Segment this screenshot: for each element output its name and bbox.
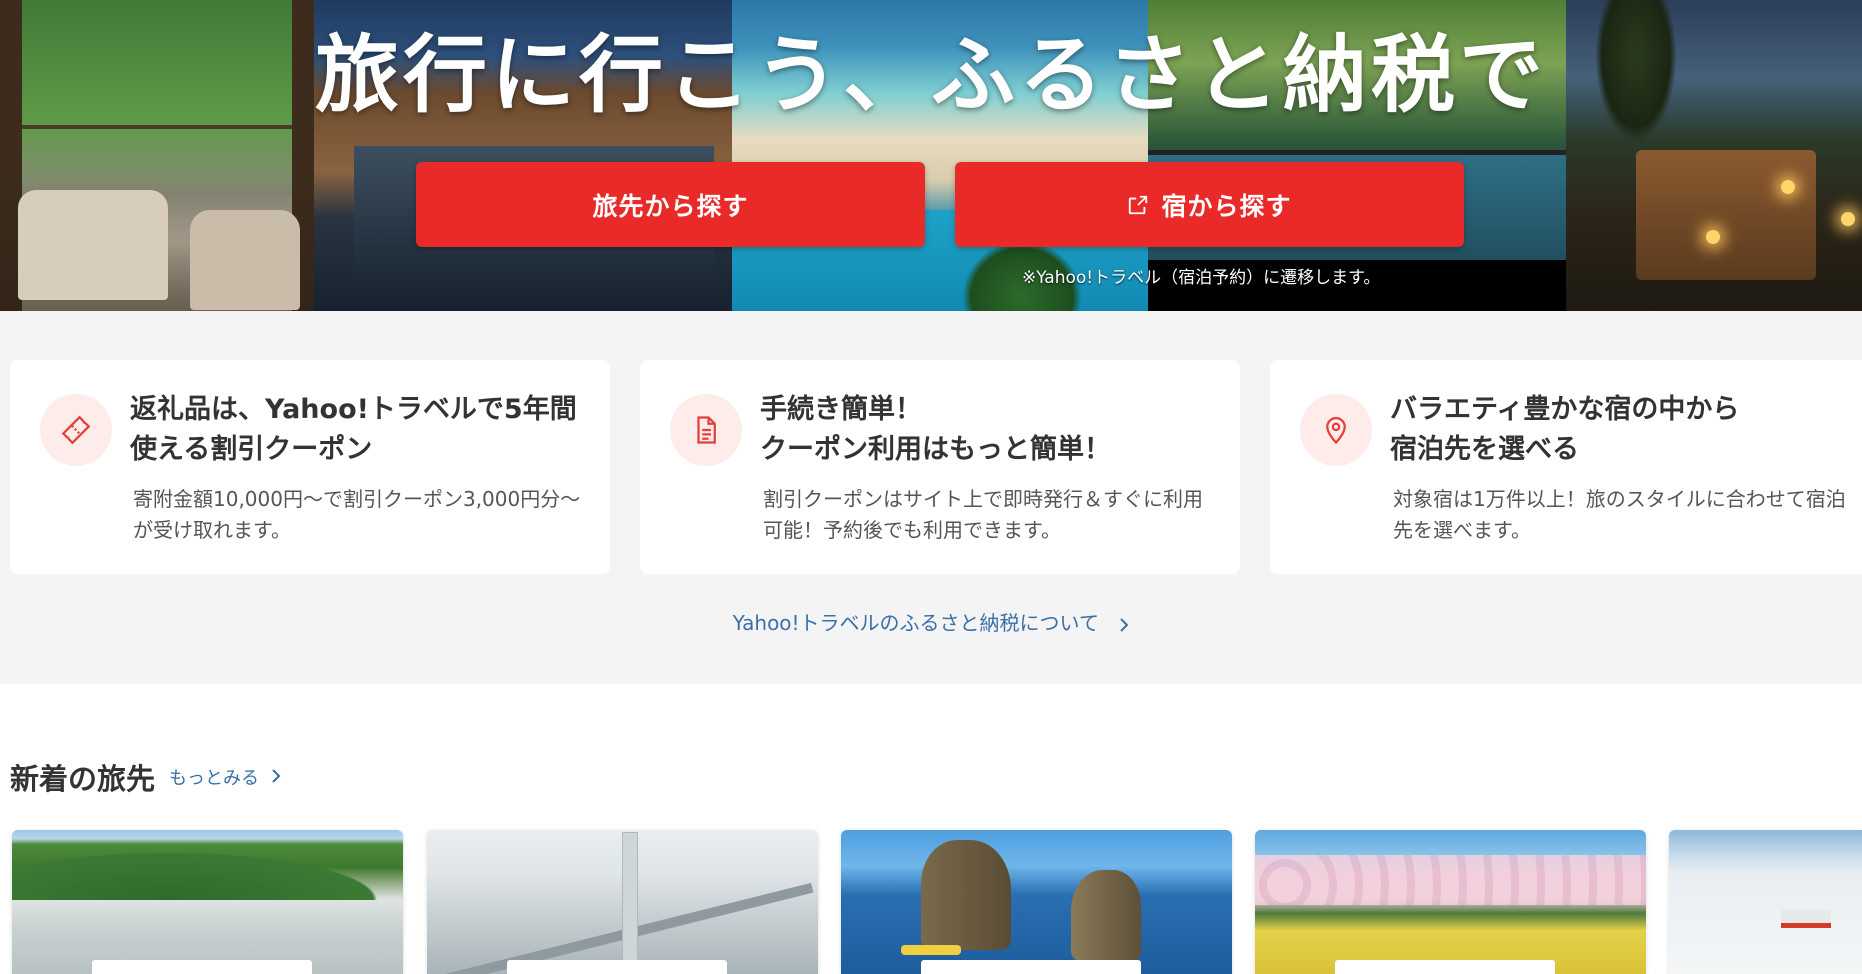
destination-card-tag [1335, 960, 1555, 974]
hero-title: 旅行に行こう、ふるさと納税で [314, 26, 1547, 124]
search-by-inn-label: 宿から探す [1161, 191, 1292, 221]
features-section: 返礼品は、Yahoo!トラベルで5年間 使える割引クーポン 寄附金額10,000… [0, 311, 1862, 684]
destination-card[interactable] [12, 830, 403, 974]
chevron-right-icon [1119, 613, 1129, 637]
hero-banner: 旅行に行こう、ふるさと納税で 旅先から探す 宿から探す ※Yahoo!トラベル（… [0, 0, 1862, 311]
search-by-destination-label: 旅先から探す [592, 191, 749, 221]
feature-card-easy: 手続き簡単！ クーポン利用はもっと簡単！ 割引クーポンはサイト上で即時発行＆すぐ… [640, 360, 1240, 574]
redirect-note: ※Yahoo!トラベル（宿泊予約）に遷移します。 [1022, 268, 1381, 288]
ticket-icon [40, 394, 112, 466]
feature-description: 割引クーポンはサイト上で即時発行＆すぐに利用可能！予約後でも利用できます。 [763, 487, 1203, 542]
feature-card-variety: バラエティ豊かな宿の中から 宿泊先を選べる 対象宿は1万件以上！旅のスタイルに合… [1270, 360, 1862, 574]
search-by-inn-button[interactable]: 宿から探す [955, 162, 1464, 247]
destination-card[interactable] [841, 830, 1232, 974]
external-link-icon [1127, 194, 1149, 216]
feature-description: 寄附金額10,000円〜で割引クーポン3,000円分〜が受け取れます。 [133, 487, 581, 542]
feature-description: 対象宿は1万件以上！旅のスタイルに合わせて宿泊先を選べます。 [1393, 487, 1846, 542]
destination-card-tag [921, 960, 1141, 974]
section-title: 新着の旅先 [10, 762, 156, 796]
about-furusato-link-label: Yahoo!トラベルのふるさと納税について [732, 611, 1099, 635]
search-by-destination-button[interactable]: 旅先から探す [416, 162, 925, 247]
feature-card-coupon: 返礼品は、Yahoo!トラベルで5年間 使える割引クーポン 寄附金額10,000… [10, 360, 610, 574]
map-pin-icon [1300, 394, 1372, 466]
destination-card[interactable] [427, 830, 818, 974]
about-furusato-link[interactable]: Yahoo!トラベルのふるさと納税について [0, 607, 1862, 637]
destination-card-tag [507, 960, 727, 974]
destination-card[interactable] [1669, 830, 1862, 974]
feature-title: バラエティ豊かな宿の中から 宿泊先を選べる [1390, 394, 1740, 465]
feature-title: 手続き簡単！ クーポン利用はもっと簡単！ [760, 394, 1111, 465]
destination-card-tag [92, 960, 312, 974]
see-more-label: もっとみる [169, 768, 260, 789]
see-more-link[interactable]: もっとみる [169, 764, 281, 790]
chevron-right-icon [271, 767, 281, 788]
feature-title: 返礼品は、Yahoo!トラベルで5年間 使える割引クーポン [130, 394, 577, 465]
document-icon [670, 394, 742, 466]
destination-card[interactable] [1255, 830, 1646, 974]
new-destinations-header: 新着の旅先 もっとみる [10, 756, 281, 798]
